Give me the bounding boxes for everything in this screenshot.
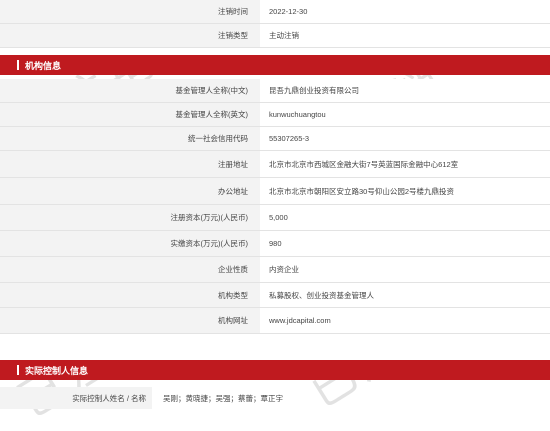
registered-address-row: 注册地址 北京市北京市西城区金融大街7号英蓝国际金融中心612室 <box>0 151 550 178</box>
row-label: 注册地址 <box>0 151 260 178</box>
row-label: 注销类型 <box>0 24 260 48</box>
row-label: 企业性质 <box>0 257 260 283</box>
row-label: 注册资本(万元)(人民币) <box>0 205 260 231</box>
actual-controller-row: 实际控制人姓名 / 名称 吴刚；黄晓捷；吴强；蔡蕾；覃正宇 <box>0 387 550 409</box>
row-label: 机构网址 <box>0 308 260 334</box>
section-title: 机构信息 <box>25 60 62 71</box>
section-title: 实际控制人信息 <box>25 365 89 376</box>
row-label: 基金管理人全称(英文) <box>0 103 260 127</box>
website-row: 机构网址 www.jdcapital.com <box>0 308 550 334</box>
row-value: kunwuchuangtou <box>260 103 550 127</box>
row-value: 980 <box>260 231 550 257</box>
row-value: 2022-12-30 <box>260 0 550 24</box>
cancellation-time-row: 注销时间 2022-12-30 <box>0 0 550 24</box>
credit-code-row: 统一社会信用代码 55307265-3 <box>0 127 550 151</box>
row-label: 基金管理人全称(中文) <box>0 79 260 103</box>
enterprise-nature-row: 企业性质 内资企业 <box>0 257 550 283</box>
office-address-row: 办公地址 北京市北京市朝阳区安立路30号仰山公园2号楼九鼎投资 <box>0 178 550 205</box>
org-info-section-header: 机构信息 <box>0 55 550 75</box>
institution-type-row: 机构类型 私募股权、创业投资基金管理人 <box>0 283 550 308</box>
registered-capital-row: 注册资本(万元)(人民币) 5,000 <box>0 205 550 231</box>
row-value: 内资企业 <box>260 257 550 283</box>
row-label: 实缴资本(万元)(人民币) <box>0 231 260 257</box>
controller-info-section-header: 实际控制人信息 <box>0 360 550 380</box>
row-value: 昆吾九鼎创业投资有限公司 <box>260 79 550 103</box>
row-value: 55307265-3 <box>260 127 550 151</box>
row-label: 办公地址 <box>0 178 260 205</box>
row-label: 注销时间 <box>0 0 260 24</box>
row-value: 北京市北京市西城区金融大街7号英蓝国际金融中心612室 <box>260 151 550 178</box>
row-value: 北京市北京市朝阳区安立路30号仰山公园2号楼九鼎投资 <box>260 178 550 205</box>
website-link[interactable]: www.jdcapital.com <box>260 308 550 334</box>
fund-manager-name-en-row: 基金管理人全称(英文) kunwuchuangtou <box>0 103 550 127</box>
row-value: 吴刚；黄晓捷；吴强；蔡蕾；覃正宇 <box>163 393 283 403</box>
section-marker <box>17 365 19 375</box>
row-label: 机构类型 <box>0 283 260 308</box>
row-value: 主动注销 <box>260 24 550 48</box>
row-label: 统一社会信用代码 <box>0 127 260 151</box>
row-value: 私募股权、创业投资基金管理人 <box>260 283 550 308</box>
cancellation-type-row: 注销类型 主动注销 <box>0 24 550 48</box>
fund-manager-name-cn-row: 基金管理人全称(中文) 昆吾九鼎创业投资有限公司 <box>0 79 550 103</box>
row-value: 5,000 <box>260 205 550 231</box>
section-marker <box>17 60 19 70</box>
paid-in-capital-row: 实缴资本(万元)(人民币) 980 <box>0 231 550 257</box>
row-label: 实际控制人姓名 / 名称 <box>0 387 152 409</box>
